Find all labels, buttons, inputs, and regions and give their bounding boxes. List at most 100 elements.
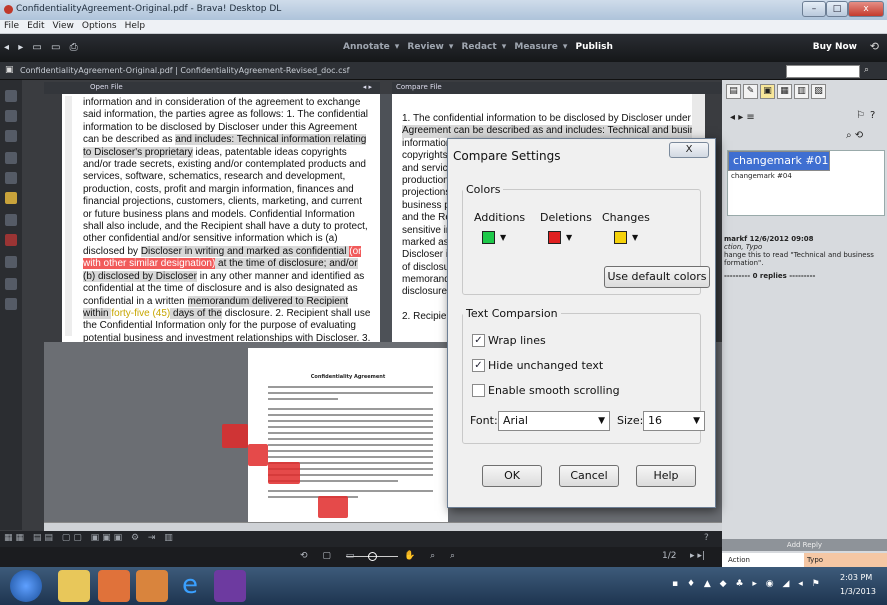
- dialog-close-button[interactable]: X: [669, 142, 709, 158]
- measure-tool-icon[interactable]: [5, 278, 17, 290]
- app-icon[interactable]: [98, 570, 130, 602]
- chevron-down-icon[interactable]: ▼: [632, 233, 638, 242]
- change-marker[interactable]: [318, 496, 348, 518]
- text-segment: Discloser in writing and marked as confi…: [140, 245, 350, 257]
- horizontal-scrollbar[interactable]: [44, 522, 722, 531]
- tray-icons[interactable]: ▪ ♦ ▲ ◆ ♣ ▸ ◉ ◢ ◂ ⚑: [672, 579, 823, 589]
- pen-tool-icon[interactable]: [5, 110, 17, 122]
- explorer-icon[interactable]: [58, 570, 90, 602]
- menu-help[interactable]: Help: [121, 20, 150, 32]
- markup-help-icon[interactable]: ?: [870, 110, 875, 121]
- tab-measure[interactable]: Measure: [514, 42, 557, 52]
- add-reply-button[interactable]: Add Reply: [722, 539, 887, 551]
- size-select[interactable]: 16 ▼: [643, 411, 705, 431]
- buy-now-link[interactable]: Buy Now: [813, 42, 857, 52]
- markup-replies: --------- 0 replies ---------: [724, 272, 816, 280]
- ie-icon[interactable]: e: [174, 570, 206, 602]
- list-item[interactable]: changemark #04: [728, 171, 884, 181]
- pane-nav-icon[interactable]: ◂ ▸: [363, 83, 372, 91]
- search-input[interactable]: [786, 65, 860, 78]
- help-button[interactable]: Help: [636, 465, 696, 487]
- tab-annotate[interactable]: Annotate: [343, 42, 390, 52]
- open-file-text: information and in consideration of the …: [83, 97, 372, 342]
- hide-unchanged-checkbox[interactable]: ✓: [472, 359, 485, 372]
- page-nav-icon[interactable]: ▸ ▸|: [690, 551, 705, 561]
- markup-flag-icon[interactable]: ⚐: [856, 110, 865, 121]
- help-icon[interactable]: ⟲: [870, 40, 879, 53]
- eraser-tool-icon[interactable]: [5, 298, 17, 310]
- compare-file-label: Compare File: [396, 83, 442, 91]
- menu-file[interactable]: File: [0, 20, 23, 32]
- minimize-button[interactable]: –: [802, 1, 826, 17]
- nav-back-forward-icon[interactable]: ◂ ▸ ▭ ▭ ⎙: [4, 42, 81, 53]
- chevron-down-icon[interactable]: ▼: [566, 233, 572, 242]
- document-page[interactable]: Confidentiality Agreement: [248, 348, 448, 522]
- start-button[interactable]: [10, 570, 42, 602]
- tab-redact[interactable]: Redact: [462, 42, 497, 52]
- help-icon[interactable]: ?: [704, 533, 709, 543]
- maximize-button[interactable]: □: [826, 1, 848, 17]
- ok-button[interactable]: OK: [482, 465, 542, 487]
- additions-color-swatch[interactable]: [482, 231, 495, 244]
- stamp-tool-icon[interactable]: [5, 152, 17, 164]
- wrap-lines-checkbox[interactable]: ✓: [472, 334, 485, 347]
- font-label: Font:: [470, 414, 498, 427]
- markup-search-icon[interactable]: ⌕ ⟲: [846, 130, 863, 141]
- open-pane-scrollbar[interactable]: [65, 96, 72, 336]
- text-segment: forty-five (45): [111, 307, 171, 319]
- changes-label: Changes: [602, 211, 650, 224]
- close-button[interactable]: x: [848, 1, 884, 17]
- pointer-tool-icon[interactable]: [5, 90, 17, 102]
- path-bar: ▣ ConfidentialityAgreement-Original.pdf …: [0, 62, 887, 80]
- shape-tool-icon[interactable]: [5, 214, 17, 226]
- compare-file-header: Compare File: [392, 82, 722, 94]
- clock-date: 1/3/2013: [840, 587, 876, 596]
- zoom-tools-icons[interactable]: ✋ ⌕ ⌕: [404, 551, 461, 561]
- text-comparison-legend: Text Comparsion: [466, 307, 558, 320]
- paint-icon[interactable]: [136, 570, 168, 602]
- text-tool-icon[interactable]: [5, 130, 17, 142]
- open-file-header: Open File ◂ ▸: [44, 82, 380, 94]
- menu-edit[interactable]: Edit: [23, 20, 48, 32]
- menu-view[interactable]: View: [49, 20, 78, 32]
- change-marker[interactable]: [248, 444, 268, 466]
- zoom-slider-handle[interactable]: [368, 552, 377, 561]
- chevron-down-icon[interactable]: ▼: [500, 233, 506, 242]
- markup-chart-icon[interactable]: ▧: [811, 84, 826, 99]
- window-title: ConfidentialityAgreement-Original.pdf - …: [16, 4, 282, 14]
- use-default-colors-button[interactable]: Use default colors: [604, 266, 710, 288]
- markup-edit-icon[interactable]: ✎: [743, 84, 758, 99]
- smooth-scrolling-checkbox[interactable]: [472, 384, 485, 397]
- title-bar: ConfidentialityAgreement-Original.pdf - …: [0, 0, 887, 20]
- menu-options[interactable]: Options: [78, 20, 121, 32]
- brava-icon[interactable]: [214, 570, 246, 602]
- markup-note-icon[interactable]: ▣: [760, 84, 775, 99]
- dialog-title: Compare Settings: [453, 149, 561, 163]
- chevron-down-icon: ▼: [598, 416, 605, 426]
- tab-publish[interactable]: Publish: [575, 42, 612, 52]
- markup-doc-icon[interactable]: ▥: [794, 84, 809, 99]
- line-tool-icon[interactable]: [5, 256, 17, 268]
- tab-review[interactable]: Review: [407, 42, 443, 52]
- hide-unchanged-label: Hide unchanged text: [488, 359, 604, 372]
- action-value[interactable]: Typo: [804, 553, 887, 567]
- panel-icon[interactable]: ▣: [5, 65, 14, 75]
- deletions-color-swatch[interactable]: [548, 231, 561, 244]
- markup-nav-icon[interactable]: ◂ ▸ ≡: [730, 112, 755, 123]
- redline-tool-icon[interactable]: [5, 234, 17, 246]
- markup-list-icon[interactable]: ▤: [726, 84, 741, 99]
- cancel-button[interactable]: Cancel: [559, 465, 619, 487]
- view-mode-icons[interactable]: ▦▦ ▤▤ ▢▢ ▣▣▣ ⚙ ⇥ ▥: [4, 533, 176, 543]
- changes-color-swatch[interactable]: [614, 231, 627, 244]
- link-tool-icon[interactable]: [5, 172, 17, 184]
- markup-image-icon[interactable]: ▦: [777, 84, 792, 99]
- change-marker[interactable]: [222, 424, 248, 448]
- list-item[interactable]: changemark #01: [728, 151, 830, 171]
- ribbon-tabs: Annotate ▾ Review ▾ Redact ▾ Measure ▾ Publi…: [343, 42, 613, 52]
- open-file-pane[interactable]: information and in consideration of the …: [62, 94, 380, 342]
- change-marker[interactable]: [268, 462, 300, 484]
- search-icon[interactable]: ⌕: [864, 65, 869, 75]
- chevron-down-icon: ▼: [693, 416, 700, 426]
- highlight-tool-icon[interactable]: [5, 192, 17, 204]
- font-select[interactable]: Arial ▼: [498, 411, 610, 431]
